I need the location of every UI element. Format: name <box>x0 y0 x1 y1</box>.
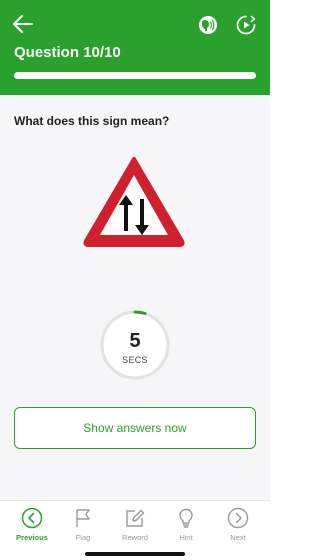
nav-hint[interactable]: Hint <box>161 507 211 547</box>
nav-flag[interactable]: Flag <box>58 507 108 547</box>
lightbulb-icon <box>179 508 193 528</box>
nav-label-hint: Hint <box>179 533 193 542</box>
speech-icon[interactable] <box>198 15 218 35</box>
show-answers-button[interactable]: Show answers now <box>14 407 256 449</box>
timer-seconds: 5 <box>129 330 141 352</box>
edit-icon <box>126 509 145 527</box>
progress-fill <box>14 72 256 79</box>
home-indicator <box>85 552 185 556</box>
nav-label-flag: Flag <box>75 533 91 542</box>
nav-reword[interactable]: Reword <box>110 507 160 547</box>
nav-previous[interactable]: Previous <box>7 507 57 547</box>
question-progress-bar <box>14 72 256 79</box>
chevron-left-circle-icon <box>21 507 43 529</box>
nav-label-reword: Reword <box>122 533 148 542</box>
quiz-screen: Question 10/10 What does this sign mean?… <box>0 0 270 560</box>
nav-next[interactable]: Next <box>213 507 263 547</box>
chevron-right-circle-icon <box>227 507 249 529</box>
nav-label-previous: Previous <box>16 533 48 542</box>
question-text: What does this sign mean? <box>14 114 170 128</box>
flag-icon <box>76 509 90 527</box>
play-circle-icon[interactable] <box>236 15 256 35</box>
page-title: Question 10/10 <box>14 44 121 61</box>
timer-unit: SECS <box>122 355 148 365</box>
two-way-traffic-sign <box>83 157 185 247</box>
nav-label-next: Next <box>230 533 246 542</box>
bottom-navigation: Previous Flag Reword Hint Next <box>0 500 270 560</box>
arrow-left-icon[interactable] <box>12 14 34 34</box>
header-bar: Question 10/10 <box>0 0 270 95</box>
